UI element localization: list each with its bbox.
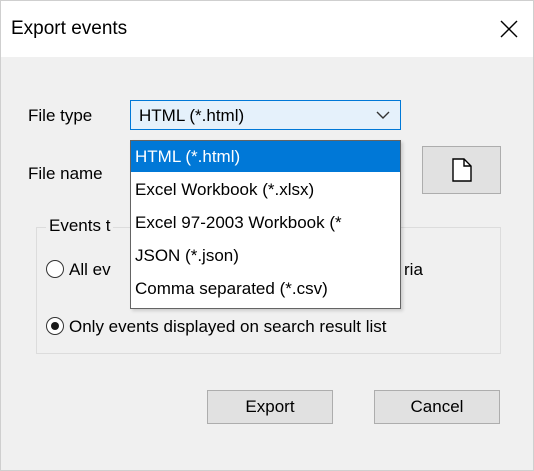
file-type-dropdown-list: HTML (*.html) Excel Workbook (*.xlsx) Ex… — [130, 140, 401, 309]
dropdown-option[interactable]: HTML (*.html) — [131, 141, 400, 172]
export-button[interactable]: Export — [207, 390, 333, 424]
radio-all-events-label: All ev — [69, 260, 111, 279]
document-icon — [451, 158, 472, 182]
dialog-title: Export events — [11, 18, 128, 39]
dropdown-option[interactable]: Excel 97-2003 Workbook (* — [131, 207, 400, 238]
file-name-label: File name — [28, 164, 103, 183]
radio-all-events-label-tail: ria — [404, 260, 423, 279]
cancel-button[interactable]: Cancel — [374, 390, 500, 424]
file-type-select[interactable]: HTML (*.html) — [130, 100, 401, 130]
radio-displayed-events[interactable] — [46, 317, 64, 335]
export-events-dialog: Export events File type HTML (*.html) Fi… — [0, 0, 534, 471]
radio-displayed-events-label: Only events displayed on search result l… — [69, 317, 387, 336]
browse-file-button[interactable] — [422, 146, 501, 194]
radio-all-events[interactable] — [46, 260, 64, 278]
file-type-value: HTML (*.html) — [139, 106, 245, 125]
file-type-label: File type — [28, 106, 93, 125]
close-icon — [500, 20, 518, 38]
dropdown-option[interactable]: JSON (*.json) — [131, 240, 400, 271]
chevron-down-icon — [376, 111, 390, 119]
dropdown-option[interactable]: Excel Workbook (*.xlsx) — [131, 174, 400, 205]
close-button[interactable] — [485, 1, 533, 57]
events-group-label: Events t — [46, 216, 114, 236]
dropdown-option[interactable]: Comma separated (*.csv) — [131, 273, 400, 304]
title-bar: Export events — [1, 1, 533, 57]
